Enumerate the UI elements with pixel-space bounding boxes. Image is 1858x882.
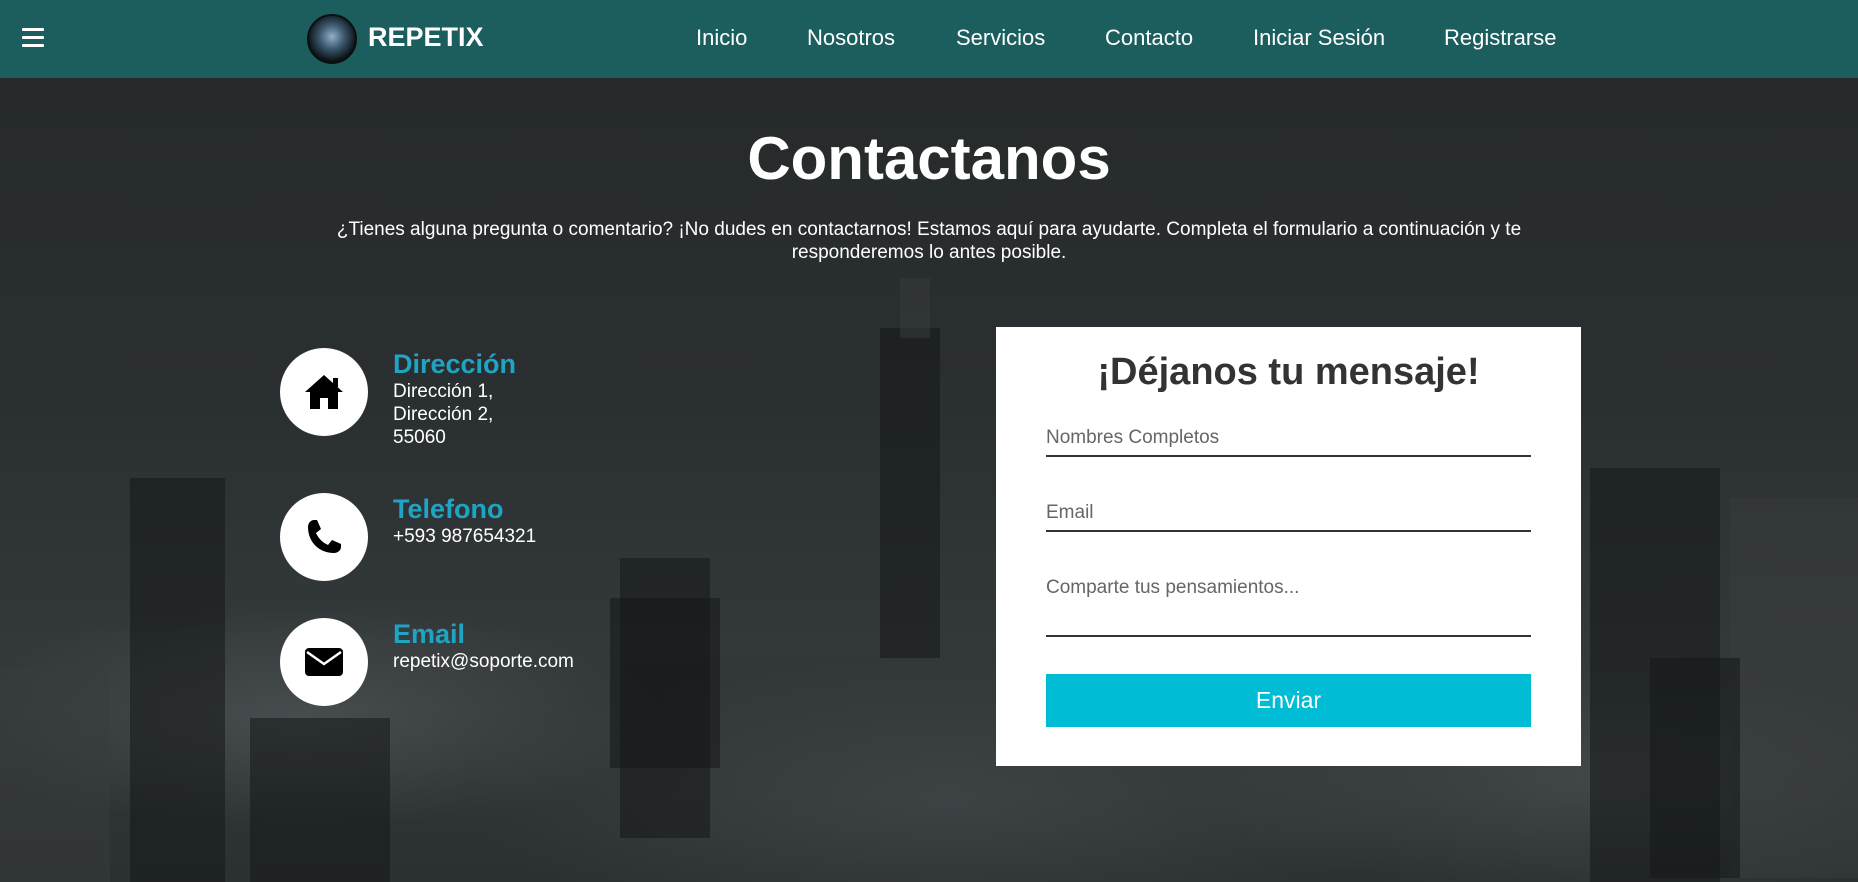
nav-registrarse[interactable]: Registrarse [1444,25,1556,51]
nav-servicios[interactable]: Servicios [956,25,1045,51]
info-line: +593 987654321 [393,526,537,547]
info-line: Dirección 2, [393,404,494,425]
form-title: ¡Déjanos tu mensaje! [1097,351,1480,393]
brand-name[interactable]: REPETIX [368,22,484,53]
info-line: repetix@soporte.com [393,651,574,672]
email-input[interactable] [1046,502,1531,532]
page-intro: ¿Tienes alguna pregunta o comentario? ¡N… [336,219,1522,263]
info-title: Dirección [393,349,517,379]
phone-icon [280,493,368,581]
info-line: 55060 [393,427,446,448]
envelope-icon [280,618,368,706]
logo-image[interactable] [307,14,357,64]
name-input[interactable] [1046,427,1531,457]
submit-button[interactable]: Enviar [1046,674,1531,727]
nav-inicio[interactable]: Inicio [696,25,747,51]
contact-form: ¡Déjanos tu mensaje! Enviar [996,327,1581,766]
page-title: Contactanos [747,125,1111,192]
info-line: Dirección 1, [393,381,494,402]
nav-iniciar-sesion[interactable]: Iniciar Sesión [1253,25,1385,51]
message-textarea[interactable] [1046,577,1531,637]
info-title: Email [393,619,466,649]
menu-icon[interactable] [22,28,44,48]
nav-contacto[interactable]: Contacto [1105,25,1193,51]
nav-nosotros[interactable]: Nosotros [807,25,895,51]
top-navbar: REPETIX Inicio Nosotros Servicios Contac… [0,0,1858,78]
home-icon [280,348,368,436]
info-title: Telefono [393,494,504,524]
